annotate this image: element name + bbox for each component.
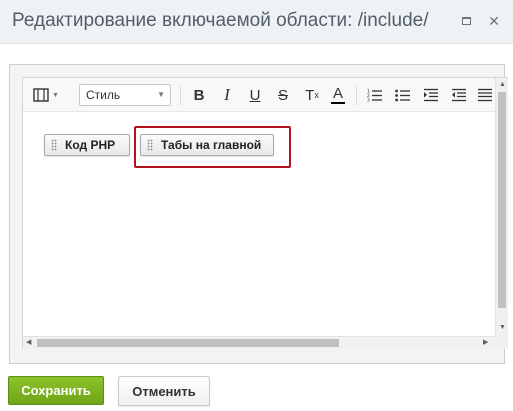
save-button[interactable]: Сохранить [8,376,104,405]
toolbar-divider [180,85,181,105]
editor-content[interactable]: Код PHP Табы на главной [23,113,495,335]
outdent-button[interactable] [449,84,469,106]
clear-format-button[interactable]: Tx [301,84,323,106]
include-block-label: Табы на главной [161,138,262,152]
ordered-list-button[interactable]: 1 2 3 [365,84,385,106]
align-justify-button[interactable] [477,84,495,106]
include-block-label: Код PHP [65,138,116,152]
close-icon: ✕ [488,12,500,29]
dialog-title: Редактирование включаемой области: /incl… [12,10,429,31]
style-select[interactable]: Стиль ▼ [79,84,171,106]
ordered-list-icon: 1 2 3 [367,89,382,103]
bullet-list-button[interactable] [393,84,413,106]
bold-button[interactable]: B [189,84,209,106]
editor-frame: ▼ Стиль ▼ B I U S Tx A 1 2 3 Код PHP Таб… [22,77,508,349]
cancel-button[interactable]: Отменить [118,376,210,406]
clear-format-label: T [305,86,315,104]
editor-container: ▼ Стиль ▼ B I U S Tx A 1 2 3 Код PHP Таб… [9,64,508,364]
underline-button[interactable]: U [245,84,265,106]
indent-button[interactable] [421,84,441,106]
maximize-button[interactable] [458,13,474,29]
editor-toolbar: ▼ Стиль ▼ B I U S Tx A 1 2 3 [23,78,495,112]
scroll-left-icon[interactable]: ◀ [26,339,31,347]
dialog-titlebar: Редактирование включаемой области: /incl… [0,0,513,44]
layout-icon [33,88,49,102]
strikethrough-button[interactable]: S [273,84,293,106]
drag-handle-icon[interactable] [51,139,57,151]
scrollbar-corner [495,336,508,349]
horizontal-scrollbar[interactable]: ◀ ▶ [23,336,495,349]
scroll-down-icon[interactable]: ▼ [499,324,506,332]
svg-text:3: 3 [367,98,370,103]
chevron-down-icon: ▼ [157,90,165,99]
clear-format-sub: x [314,90,319,100]
maximize-icon [461,17,471,25]
italic-button[interactable]: I [217,84,237,106]
bullet-list-icon [395,89,410,102]
toolbar-divider [356,85,357,105]
include-block-php[interactable]: Код PHP [44,134,130,156]
outdent-icon [452,88,466,102]
style-select-value: Стиль [86,88,121,102]
scroll-right-icon[interactable]: ▶ [483,339,488,347]
align-justify-icon [478,88,492,102]
vertical-scroll-thumb[interactable] [498,92,506,308]
close-button[interactable]: ✕ [486,13,502,29]
include-block-tabs[interactable]: Табы на главной [140,134,274,156]
indent-icon [424,88,438,102]
chevron-down-icon: ▼ [52,91,59,99]
view-mode-button[interactable]: ▼ [31,84,61,106]
drag-handle-icon[interactable] [147,139,153,151]
scroll-up-icon[interactable]: ▲ [499,81,506,89]
vertical-scrollbar[interactable]: ▲ ▼ [495,78,508,336]
font-color-button[interactable]: A [331,85,345,104]
horizontal-scroll-thumb[interactable] [37,339,339,347]
